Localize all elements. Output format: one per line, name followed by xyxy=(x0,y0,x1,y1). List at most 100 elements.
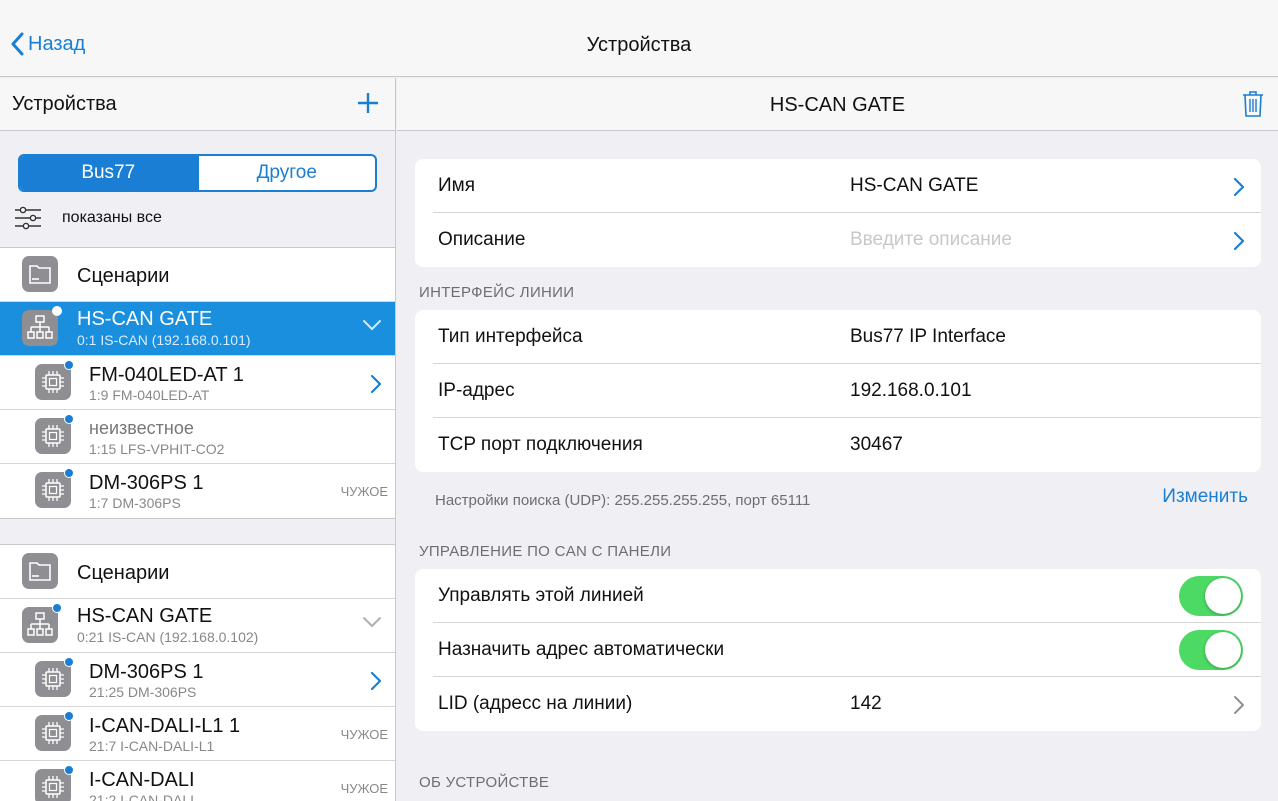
list-item-device[interactable]: неизвестное 1:15 LFS-VPHIT-CO2 xyxy=(0,410,395,464)
item-title: FM-040LED-AT 1 xyxy=(89,364,244,386)
status-dot xyxy=(64,414,74,424)
lid-value: 142 xyxy=(850,693,882,714)
chevron-right-icon xyxy=(1233,695,1245,720)
lid-label: LID (адресс на линии) xyxy=(438,693,633,714)
page-title: Устройства xyxy=(586,34,692,56)
name-value: HS-CAN GATE xyxy=(850,175,979,196)
ip-address-label: IP-адрес xyxy=(438,380,515,401)
segment-bus77[interactable]: Bus77 xyxy=(20,156,197,190)
status-dot xyxy=(64,657,74,667)
chevron-down-icon[interactable] xyxy=(362,318,382,337)
list-item-gateway[interactable]: HS-CAN GATE 0:21 IS-CAN (192.168.0.102) xyxy=(0,599,395,653)
status-dot xyxy=(52,306,62,316)
ip-address-row[interactable]: IP-адрес 192.168.0.101 xyxy=(433,364,1261,418)
list-item-device[interactable]: I-CAN-DALI-L1 1 21:7 I-CAN-DALI-L1 ЧУЖОЕ xyxy=(0,707,395,761)
chevron-right-icon xyxy=(1233,177,1245,202)
list-item-device[interactable]: DM-306PS 1 1:7 DM-306PS ЧУЖОЕ xyxy=(0,464,395,518)
foreign-badge: ЧУЖОЕ xyxy=(340,727,388,742)
chip-icon xyxy=(35,472,71,508)
name-row[interactable]: Имя HS-CAN GATE xyxy=(433,159,1261,213)
section-header-can: УПРАВЛЕНИЕ ПО CAN С ПАНЕЛИ xyxy=(419,543,672,560)
section-header-interface: ИНТЕРФЕЙС ЛИНИИ xyxy=(419,284,575,301)
tcp-port-value: 30467 xyxy=(850,434,903,455)
item-title: HS-CAN GATE xyxy=(77,308,213,330)
segment-other[interactable]: Другое xyxy=(196,156,376,190)
interface-type-value: Bus77 IP Interface xyxy=(850,326,1006,347)
chip-icon xyxy=(35,418,71,454)
item-subtitle: 21:7 I-CAN-DALI-L1 xyxy=(89,738,215,754)
auto-address-label: Назначить адрес автоматически xyxy=(438,639,725,660)
device-group-2: Сценарии HS-CAN GATE 0:21 IS-CAN (192.16… xyxy=(0,544,395,801)
list-item-scenarios[interactable]: Сценарии xyxy=(0,545,395,599)
interface-type-label: Тип интерфейса xyxy=(438,326,583,347)
plus-icon xyxy=(358,93,378,113)
navigation-bar: Назад Устройства xyxy=(0,0,1278,77)
delete-button[interactable] xyxy=(1242,90,1264,123)
general-card: Имя HS-CAN GATE Описание Введите описани… xyxy=(415,159,1261,267)
network-icon xyxy=(22,310,58,346)
ip-address-value: 192.168.0.101 xyxy=(850,380,972,401)
description-label: Описание xyxy=(438,229,526,250)
status-dot xyxy=(64,765,74,775)
chevron-right-icon[interactable] xyxy=(370,374,382,399)
status-dot xyxy=(52,603,62,613)
list-item-device[interactable]: I-CAN-DALI 21:2 I-CAN-DALI ЧУЖОЕ xyxy=(0,761,395,801)
tcp-port-row[interactable]: TCP порт подключения 30467 xyxy=(433,418,1261,472)
item-title: неизвестное xyxy=(89,418,194,438)
item-title: HS-CAN GATE xyxy=(77,605,213,627)
add-device-button[interactable] xyxy=(357,92,379,119)
chevron-right-icon[interactable] xyxy=(370,671,382,696)
item-title: Сценарии xyxy=(77,562,170,584)
item-subtitle: 21:25 DM-306PS xyxy=(89,684,197,700)
folder-icon xyxy=(22,256,58,292)
section-header-about: ОБ УСТРОЙСТВЕ xyxy=(419,774,550,791)
item-subtitle: 1:15 LFS-VPHIT-CO2 xyxy=(89,441,225,457)
left-panel-header: Устройства xyxy=(0,78,395,131)
item-subtitle: 21:2 I-CAN-DALI xyxy=(89,792,195,801)
chip-icon xyxy=(35,715,71,751)
interface-card: Тип интерфейса Bus77 IP Interface IP-адр… xyxy=(415,310,1261,472)
status-dot xyxy=(64,711,74,721)
item-title: DM-306PS 1 xyxy=(89,661,204,683)
folder-icon xyxy=(22,553,58,589)
item-title: DM-306PS 1 xyxy=(89,472,204,494)
foreign-badge: ЧУЖОЕ xyxy=(340,484,388,499)
filter-sliders-icon xyxy=(15,206,41,230)
chevron-right-icon xyxy=(1233,231,1245,256)
list-item-device[interactable]: FM-040LED-AT 1 1:9 FM-040LED-AT xyxy=(0,356,395,410)
control-line-row: Управлять этой линией xyxy=(433,569,1261,623)
item-subtitle: 0:1 IS-CAN (192.168.0.101) xyxy=(77,332,251,348)
can-control-card: Управлять этой линией Назначить адрес ав… xyxy=(415,569,1261,731)
change-button[interactable]: Изменить xyxy=(1162,486,1248,508)
lid-row[interactable]: LID (адресс на линии) 142 xyxy=(433,677,1261,731)
list-item-device[interactable]: DM-306PS 1 21:25 DM-306PS xyxy=(0,653,395,707)
chip-icon xyxy=(35,364,71,400)
detail-header: HS-CAN GATE xyxy=(397,78,1278,131)
status-dot xyxy=(64,360,74,370)
auto-address-toggle[interactable] xyxy=(1179,630,1243,670)
description-placeholder: Введите описание xyxy=(850,229,1012,250)
interface-type-row[interactable]: Тип интерфейса Bus77 IP Interface xyxy=(433,310,1261,364)
list-item-gateway-selected[interactable]: HS-CAN GATE 0:1 IS-CAN (192.168.0.101) xyxy=(0,302,395,356)
description-row[interactable]: Описание Введите описание xyxy=(433,213,1261,267)
search-settings-note: Настройки поиска (UDP): 255.255.255.255,… xyxy=(435,492,811,509)
device-detail-panel: HS-CAN GATE Имя HS-CAN GATE Описание Вве… xyxy=(397,78,1278,801)
tcp-port-label: TCP порт подключения xyxy=(438,434,643,455)
item-title: Сценарии xyxy=(77,265,170,287)
item-subtitle: 0:21 IS-CAN (192.168.0.102) xyxy=(77,629,259,645)
item-subtitle: 1:7 DM-306PS xyxy=(89,495,181,511)
filter-control[interactable]: показаны все xyxy=(14,206,162,230)
network-icon xyxy=(22,607,58,643)
control-line-label: Управлять этой линией xyxy=(438,585,644,606)
control-line-toggle[interactable] xyxy=(1179,576,1243,616)
name-label: Имя xyxy=(438,175,476,196)
list-item-scenarios[interactable]: Сценарии xyxy=(0,248,395,302)
segmented-control: Bus77 Другое xyxy=(18,154,377,192)
detail-title: HS-CAN GATE xyxy=(769,94,906,116)
filter-label: показаны все xyxy=(62,209,162,226)
item-title: I-CAN-DALI xyxy=(89,769,195,791)
left-panel-title: Устройства xyxy=(12,93,117,115)
foreign-badge: ЧУЖОЕ xyxy=(340,781,388,796)
chevron-down-icon[interactable] xyxy=(362,615,382,634)
item-title: I-CAN-DALI-L1 1 xyxy=(89,715,241,737)
